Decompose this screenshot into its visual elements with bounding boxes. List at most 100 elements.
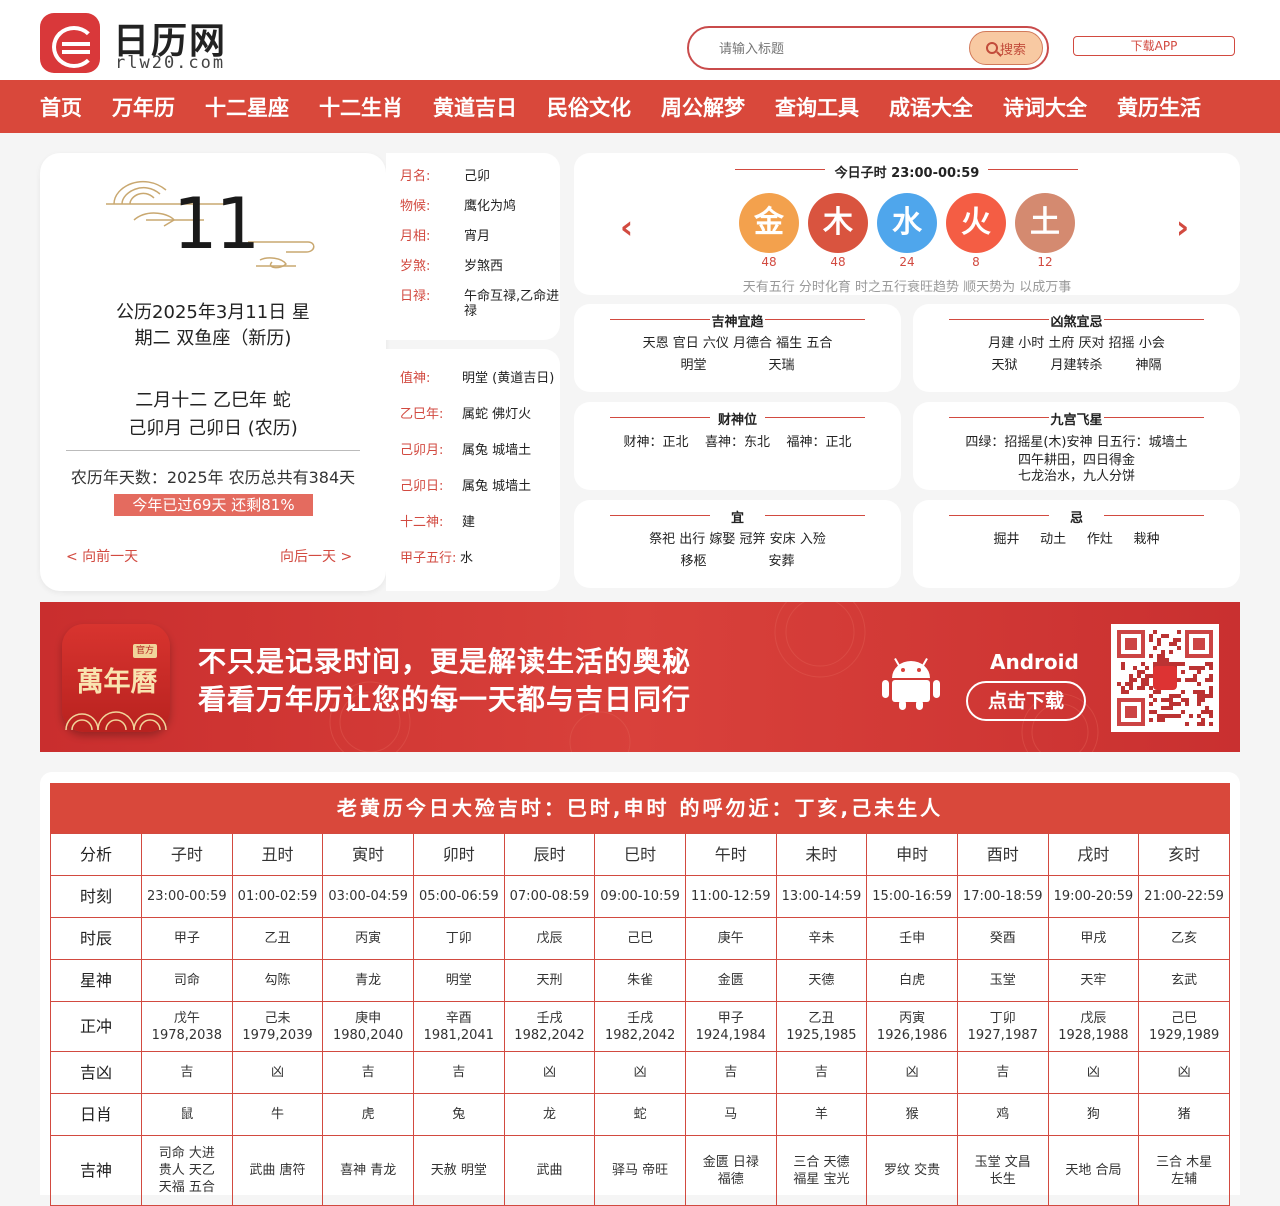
table-cell: 虎 xyxy=(322,1093,414,1136)
section-title: 财神位 xyxy=(717,413,757,428)
section-line: 天恩 官日 六仪 月德合 福生 五合 xyxy=(642,336,833,351)
chevron-left-icon[interactable]: ‹ xyxy=(620,208,633,246)
table-cell: 牛 xyxy=(231,1093,324,1136)
banner-download-button[interactable]: 点击下载 xyxy=(966,681,1086,721)
section-xiongsha: 凶煞宜忌 月建 小时 土府 厌对 招摇 小会 天狱 月建转杀 神隔 xyxy=(913,304,1240,392)
nav-item[interactable]: 周公解梦 xyxy=(661,92,745,122)
table-cell: 23:00-00:59 xyxy=(141,875,233,918)
info-key: 乙巳年: xyxy=(400,407,444,422)
table-row: 吉神 司命 大进 贵人 天乙 天福 五合 武曲 唐符 喜神 青龙 天赦 明堂 武曲 驿马 帝… xyxy=(50,1135,1230,1206)
info-key: 月名: xyxy=(400,169,431,184)
prev-day-link[interactable]: < 向前一天 xyxy=(66,546,138,566)
table-cell: 狗 xyxy=(1047,1093,1140,1136)
nav-item[interactable]: 黄道吉日 xyxy=(433,92,517,122)
table-cell: 武曲 唐符 xyxy=(231,1135,324,1206)
nav-item[interactable]: 诗词大全 xyxy=(1003,92,1087,122)
chevron-right-icon[interactable]: › xyxy=(1176,208,1189,246)
section-ji: 忌 掘井 动土 作灶 栽种 xyxy=(913,500,1240,588)
nav-item[interactable]: 首页 xyxy=(40,92,82,122)
table-cell: 三合 木星 左辅 xyxy=(1138,1135,1230,1206)
nav-item[interactable]: 黄历生活 xyxy=(1117,92,1201,122)
hours-table: 分析 子时 丑时 寅时 卯时 辰时 巳时 午时 未时 申时 酉时 戌时 亥时 时刻 23:00-00:59 0… xyxy=(50,833,1230,1206)
table-cell: 丁卯 1927,1987 xyxy=(956,1001,1049,1052)
info-key: 甲子五行: xyxy=(400,551,457,566)
table-cell: 凶 xyxy=(1047,1051,1140,1094)
element-circle: 火 xyxy=(946,193,1006,253)
qr-code-icon xyxy=(1117,630,1213,726)
table-header-cell: 丑时 xyxy=(231,833,324,876)
search-icon xyxy=(985,42,998,54)
table-cell: 青龙 xyxy=(322,959,414,1002)
table-header-cell: 子时 xyxy=(141,833,233,876)
table-row: 正冲 戊午 1978,2038 己未 1979,2039 庚申 1980,2040 辛酉… xyxy=(50,1001,1230,1052)
next-day-link[interactable]: 向后一天 > xyxy=(280,546,352,566)
table-cell: 戊辰 1928,1988 xyxy=(1047,1001,1140,1052)
section-yi: 宜 祭祀 出行 嫁娶 冠笄 安床 入殓 移柩 安葬 xyxy=(574,500,901,588)
table-cell: 21:00-22:59 xyxy=(1138,875,1230,918)
table-row-label: 星神 xyxy=(50,959,142,1002)
nav-item[interactable]: 民俗文化 xyxy=(547,92,631,122)
search-button[interactable]: 搜索 xyxy=(969,31,1043,65)
table-cell: 壬戌 1982,2042 xyxy=(503,1001,596,1052)
site-logo-icon[interactable] xyxy=(40,13,100,73)
banner-line-2: 看看万年历让您的每一天都与吉日同行 xyxy=(198,683,692,716)
table-row-label: 吉凶 xyxy=(50,1051,142,1094)
element-circle: 水 xyxy=(877,193,937,253)
table-cell: 勾陈 xyxy=(231,959,324,1002)
table-cell: 乙亥 xyxy=(1138,917,1230,960)
table-cell: 天地 合局 xyxy=(1047,1135,1140,1206)
table-cell: 朱雀 xyxy=(594,959,686,1002)
table-cell: 玄武 xyxy=(1138,959,1230,1002)
table-header-cell: 巳时 xyxy=(594,833,686,876)
table-cell: 己巳 1929,1989 xyxy=(1138,1001,1230,1052)
table-header-cell: 寅时 xyxy=(322,833,414,876)
nav-item[interactable]: 查询工具 xyxy=(775,92,859,122)
main-nav: 首页 万年历 十二星座 十二生肖 黄道吉日 民俗文化 周公解梦 查询工具 成语大全 诗词大全 黄历生… xyxy=(0,80,1280,133)
table-row-label: 正冲 xyxy=(50,1001,142,1052)
table-cell: 壬申 xyxy=(866,917,958,960)
element-value: 48 xyxy=(761,255,777,269)
table-cell: 甲子 1924,1984 xyxy=(684,1001,777,1052)
nav-item[interactable]: 成语大全 xyxy=(889,92,973,122)
table-header-cell: 亥时 xyxy=(1138,833,1230,876)
table-cell: 龙 xyxy=(503,1093,596,1136)
table-cell: 兔 xyxy=(412,1093,505,1136)
download-app-button[interactable]: 下载APP xyxy=(1073,36,1235,56)
info-key: 日禄: xyxy=(400,289,431,304)
table-cell: 壬戌 1982,2042 xyxy=(594,1001,686,1052)
table-header-cell: 戌时 xyxy=(1047,833,1140,876)
section-title: 吉神宜趋 xyxy=(711,315,764,330)
search-input[interactable] xyxy=(719,38,959,60)
table-cell: 玉堂 xyxy=(956,959,1049,1002)
section-line: 祭祀 出行 嫁娶 冠笄 安床 入殓 xyxy=(649,532,826,547)
platform-label: Android xyxy=(990,650,1079,674)
table-header-cell: 辰时 xyxy=(503,833,596,876)
table-cell: 乙丑 xyxy=(231,917,324,960)
table-cell: 司命 大进 贵人 天乙 天福 五合 xyxy=(141,1135,233,1206)
table-header-cell: 申时 xyxy=(866,833,958,876)
table-cell: 天牢 xyxy=(1047,959,1140,1002)
section-line: 财神：正北 喜神：东北 福神：正北 xyxy=(623,435,852,450)
year-progress-badge: 今年已过69天 还剩81% xyxy=(114,494,313,516)
info-key: 十二神: xyxy=(400,515,444,530)
element-value: 24 xyxy=(899,255,915,269)
table-cell: 明堂 xyxy=(412,959,505,1002)
section-line: 天狱 月建转杀 神隔 xyxy=(991,358,1162,373)
section-line: 掘井 动土 作灶 栽种 xyxy=(993,532,1160,547)
section-line: 四绿：招摇星(木)安神 日五行：城墙土 xyxy=(965,435,1188,450)
nav-item[interactable]: 十二生肖 xyxy=(319,92,403,122)
lunar-year-days: 农历年天数：2025年 农历总共有384天 xyxy=(70,468,356,487)
element-circle: 金 xyxy=(739,193,799,253)
table-cell: 吉 xyxy=(956,1051,1049,1094)
lunar-line-2: 己卯月 己卯日 (农历) xyxy=(128,418,298,439)
app-name: 萬年曆 xyxy=(76,667,158,698)
table-cell: 玉堂 文昌 长生 xyxy=(956,1135,1049,1206)
nav-item[interactable]: 万年历 xyxy=(112,92,175,122)
nav-item[interactable]: 十二星座 xyxy=(205,92,289,122)
info-value: 属兔 城墙土 xyxy=(462,443,532,458)
table-cell: 己未 1979,2039 xyxy=(231,1001,324,1052)
table-row: 日肖鼠牛虎兔龙蛇马羊猴鸡狗猪 xyxy=(50,1093,1230,1136)
table-cell: 吉 xyxy=(322,1051,414,1094)
table-cell: 白虎 xyxy=(866,959,958,1002)
hour-title: 今日子时 23:00-00:59 xyxy=(834,166,980,181)
